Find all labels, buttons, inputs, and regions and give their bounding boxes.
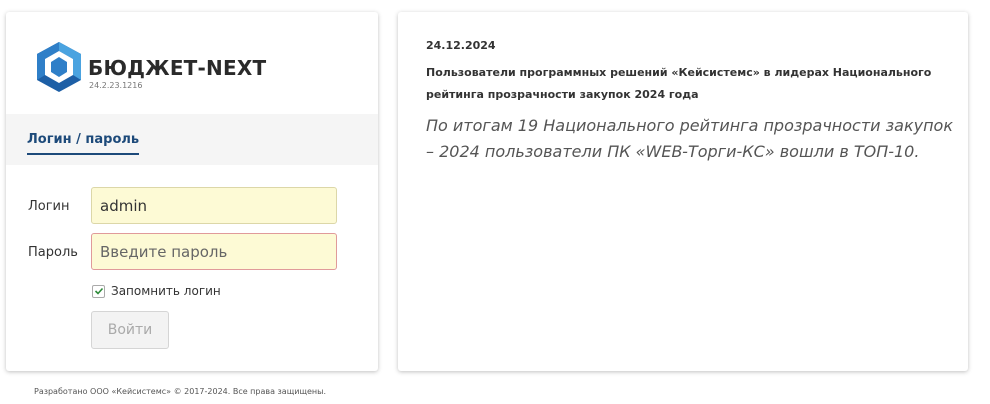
login-card: БЮДЖЕТ-NEXT 24.2.23.1216 Логин / пароль … — [6, 12, 378, 371]
remember-label: Запомнить логин — [111, 284, 221, 298]
remember-checkbox[interactable] — [92, 284, 105, 298]
news-card: 24.12.2024 Пользователи программных реше… — [398, 12, 968, 371]
login-label: Логин — [28, 199, 70, 214]
remember-login[interactable]: Запомнить логин — [92, 284, 221, 298]
password-input[interactable] — [91, 233, 337, 270]
footer-copyright: Разработано ООО «Кейсистемс» © 2017-2024… — [34, 387, 326, 396]
checkmark-icon — [94, 287, 103, 295]
news-body: По итогам 19 Национального рейтинга проз… — [426, 116, 954, 161]
tab-login-password[interactable]: Логин / пароль — [27, 132, 140, 155]
brand-name: БЮДЖЕТ-NEXT — [88, 56, 267, 80]
logo-icon — [37, 42, 81, 92]
login-button[interactable]: Войти — [91, 311, 169, 349]
password-label: Пароль — [28, 245, 78, 260]
brand-version: 24.2.23.1216 — [89, 81, 143, 90]
login-input[interactable] — [91, 187, 337, 224]
news-title[interactable]: Пользователи программных решений «Кейсис… — [426, 62, 946, 106]
news-date: 24.12.2024 — [426, 39, 496, 52]
auth-tabs: Логин / пароль — [6, 114, 378, 165]
